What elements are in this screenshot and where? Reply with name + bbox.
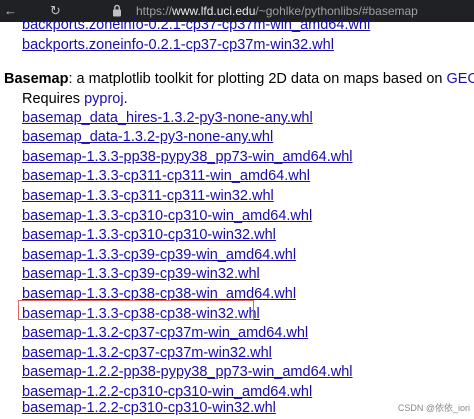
- download-link-basemap-122-cp310-win32[interactable]: basemap-1.2.2-cp310-cp310-win32.whl: [22, 399, 276, 419]
- download-link-basemap-133-cp38-amd64[interactable]: basemap-1.3.3-cp38-cp38-win_amd64.whl: [22, 285, 296, 305]
- basemap-title: Basemap: [4, 71, 69, 87]
- download-link-basemap-133-cp39-win32[interactable]: basemap-1.3.3-cp39-cp39-win32.whl: [22, 265, 260, 285]
- download-link-backports-zoneinfo-win-amd64[interactable]: backports.zoneinfo-0.2.1-cp37-cp37m-win_…: [22, 16, 370, 36]
- geos-link[interactable]: GEOS: [447, 71, 474, 87]
- basemap-description-line2: Requires pyproj.: [22, 90, 474, 110]
- basemap-desc-text: : a matplotlib toolkit for plotting 2D d…: [68, 71, 447, 87]
- download-link-basemap-133-cp38-win32[interactable]: basemap-1.3.3-cp38-cp38-win32.whl: [22, 305, 260, 325]
- pyproj-link[interactable]: pyproj: [84, 91, 124, 107]
- download-link-basemap-122-pp38[interactable]: basemap-1.2.2-pp38-pypy38_pp73-win_amd64…: [22, 363, 353, 383]
- basemap-description-line1: Basemap: a matplotlib toolkit for plotti…: [4, 70, 474, 90]
- download-link-basemap-133-cp311-win32[interactable]: basemap-1.3.3-cp311-cp311-win32.whl: [22, 187, 274, 207]
- download-link-basemap-133-cp39-amd64[interactable]: basemap-1.3.3-cp39-cp39-win_amd64.whl: [22, 246, 296, 266]
- download-link-basemap-data[interactable]: basemap_data-1.3.2-py3-none-any.whl: [22, 128, 273, 148]
- back-arrow-icon[interactable]: ←: [4, 2, 17, 19]
- csdn-watermark: CSDN @依依_iori: [397, 403, 470, 413]
- download-link-basemap-132-cp37-win32[interactable]: basemap-1.3.2-cp37-cp37m-win32.whl: [22, 344, 272, 364]
- download-link-basemap-data-hires[interactable]: basemap_data_hires-1.3.2-py3-none-any.wh…: [22, 109, 313, 129]
- download-link-basemap-133-cp311-amd64[interactable]: basemap-1.3.3-cp311-cp311-win_amd64.whl: [22, 167, 310, 187]
- download-link-basemap-133-pp38[interactable]: basemap-1.3.3-pp38-pypy38_pp73-win_amd64…: [22, 148, 353, 168]
- download-link-basemap-133-cp310-amd64[interactable]: basemap-1.3.3-cp310-cp310-win_amd64.whl: [22, 207, 312, 227]
- download-link-basemap-132-cp37-amd64[interactable]: basemap-1.3.2-cp37-cp37m-win_amd64.whl: [22, 324, 308, 344]
- requires-text: Requires: [22, 90, 85, 107]
- requires-end: .: [123, 90, 128, 107]
- download-link-backports-zoneinfo-win32[interactable]: backports.zoneinfo-0.2.1-cp37-cp37m-win3…: [22, 36, 334, 56]
- page-content: backports.zoneinfo-0.2.1-cp37-cp37m-win_…: [0, 17, 474, 419]
- download-link-basemap-133-cp310-win32[interactable]: basemap-1.3.3-cp310-cp310-win32.whl: [22, 226, 276, 246]
